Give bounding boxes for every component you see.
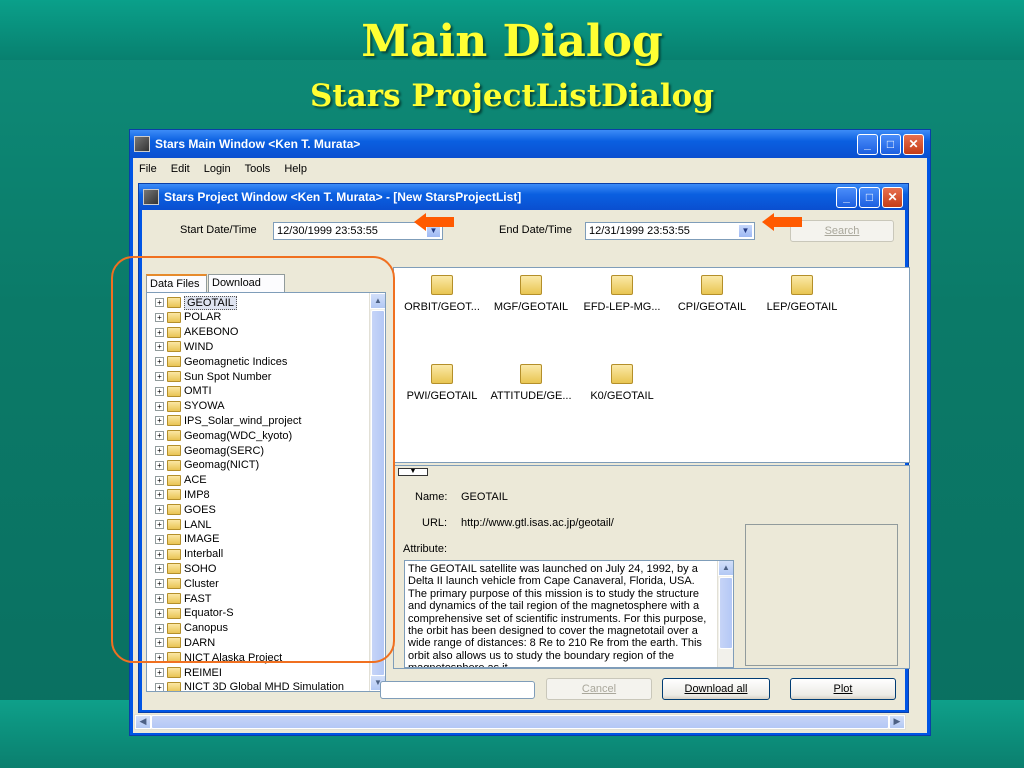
file-item-label: CPI/GEOTAIL (677, 301, 747, 313)
attribute-scroll-thumb[interactable] (719, 577, 733, 649)
url-value[interactable]: http://www.gtl.isas.ac.jp/geotail/ (461, 517, 614, 529)
folder-icon (791, 275, 813, 295)
file-item-label: EFD-LEP-MG... (583, 301, 661, 313)
folder-icon (167, 681, 181, 691)
arrow-start-date (414, 213, 454, 231)
folder-icon (431, 275, 453, 295)
menu-file[interactable]: File (139, 163, 157, 175)
plot-button-label: Plot (833, 683, 853, 695)
start-date-label: Start Date/Time (180, 224, 257, 236)
project-window-title: Stars Project Window <Ken T. Murata> - [… (164, 190, 522, 204)
slide-title: Main Dialog (361, 16, 663, 67)
file-item[interactable]: CPI/GEOTAIL (667, 275, 757, 313)
file-item-label: LEP/GEOTAIL (766, 301, 838, 313)
horizontal-scroll-thumb[interactable] (151, 715, 889, 729)
attribute-scrollbar[interactable]: ▲ (717, 561, 733, 667)
scroll-left-icon[interactable]: ◀ (135, 715, 151, 729)
folder-icon (611, 364, 633, 384)
tree-item-label: REIMEI (184, 666, 222, 679)
project-minimize-button[interactable]: _ (836, 187, 857, 208)
end-date-label: End Date/Time (499, 224, 572, 236)
file-item[interactable]: ORBIT/GEOT... (397, 275, 487, 313)
folder-icon (611, 275, 633, 295)
search-button[interactable]: Search (790, 220, 894, 242)
project-close-button[interactable]: ✕ (882, 187, 903, 208)
file-item[interactable]: MGF/GEOTAIL (486, 275, 576, 313)
tree-item[interactable]: + REIMEI (155, 665, 222, 680)
main-window-title: Stars Main Window <Ken T. Murata> (155, 137, 361, 151)
tree-item[interactable]: + NICT 3D Global MHD Simulation (155, 680, 344, 692)
end-date-value: 12/31/1999 23:53:55 (589, 225, 690, 237)
menu-help[interactable]: Help (284, 163, 307, 175)
arrow-end-date (762, 213, 802, 231)
download-all-button-label: Download all (684, 683, 748, 695)
menu-login[interactable]: Login (204, 163, 231, 175)
attribute-label: Attribute: (403, 543, 448, 555)
project-window-titlebar[interactable]: Stars Project Window <Ken T. Murata> - [… (139, 184, 908, 210)
name-label: Name: (415, 491, 448, 503)
preview-panel (745, 524, 898, 666)
project-maximize-button[interactable]: □ (859, 187, 880, 208)
file-item[interactable]: LEP/GEOTAIL (757, 275, 847, 313)
folder-icon (167, 667, 181, 678)
plot-button[interactable]: Plot (790, 678, 896, 700)
attribute-text: The GEOTAIL satellite was launched on Ju… (408, 563, 707, 667)
folder-icon (701, 275, 723, 295)
file-item[interactable]: EFD-LEP-MG... (577, 275, 667, 313)
detail-panel: ▼ Name: GEOTAIL URL: http://www.gtl.isas… (393, 465, 910, 669)
attribute-text-area[interactable]: The GEOTAIL satellite was launched on Ju… (404, 560, 734, 668)
status-field[interactable] (380, 681, 535, 699)
close-button[interactable]: ✕ (903, 134, 924, 155)
file-item-label: ORBIT/GEOT... (404, 301, 480, 313)
maximize-button[interactable]: □ (880, 134, 901, 155)
collapse-icon[interactable]: ▼ (398, 468, 428, 476)
highlight-outline (111, 256, 395, 663)
scroll-right-icon[interactable]: ▶ (889, 715, 905, 729)
file-item-label: K0/GEOTAIL (590, 390, 654, 402)
folder-icon (520, 364, 542, 384)
folder-icon (520, 275, 542, 295)
scroll-up-icon[interactable]: ▲ (718, 561, 733, 576)
folder-icon (431, 364, 453, 384)
menu-bar: File Edit Login Tools Help (133, 158, 927, 180)
tree-item-label: NICT 3D Global MHD Simulation (184, 681, 344, 692)
horizontal-scrollbar[interactable]: ◀ ▶ (134, 714, 906, 730)
file-item-label: ATTITUDE/GE... (490, 390, 572, 402)
search-button-label: Search (824, 225, 860, 237)
minimize-button[interactable]: _ (857, 134, 878, 155)
expand-icon[interactable]: + (155, 682, 164, 691)
file-item-label: PWI/GEOTAIL (406, 390, 478, 402)
app-icon (134, 136, 150, 152)
file-list[interactable]: ORBIT/GEOT... MGF/GEOTAIL EFD-LEP-MG... CPI… (393, 267, 910, 463)
cancel-button-label: Cancel (581, 683, 617, 695)
main-window-titlebar[interactable]: Stars Main Window <Ken T. Murata> _ □ ✕ (130, 130, 930, 158)
project-app-icon (143, 189, 159, 205)
end-date-input[interactable]: 12/31/1999 23:53:55 ▼ (585, 222, 755, 240)
file-item-label: MGF/GEOTAIL (493, 301, 569, 313)
expand-icon[interactable]: + (155, 668, 164, 677)
menu-tools[interactable]: Tools (245, 163, 271, 175)
file-item[interactable]: ATTITUDE/GE... (486, 364, 576, 402)
file-item[interactable]: PWI/GEOTAIL (397, 364, 487, 402)
slide-subtitle: Stars ProjectListDialog (309, 78, 715, 114)
url-label: URL: (422, 517, 448, 529)
menu-edit[interactable]: Edit (171, 163, 190, 175)
name-value: GEOTAIL (461, 491, 508, 503)
cancel-button[interactable]: Cancel (546, 678, 652, 700)
start-date-value: 12/30/1999 23:53:55 (277, 225, 378, 237)
download-all-button[interactable]: Download all (662, 678, 770, 700)
file-item[interactable]: K0/GEOTAIL (577, 364, 667, 402)
chevron-down-icon[interactable]: ▼ (738, 224, 753, 238)
